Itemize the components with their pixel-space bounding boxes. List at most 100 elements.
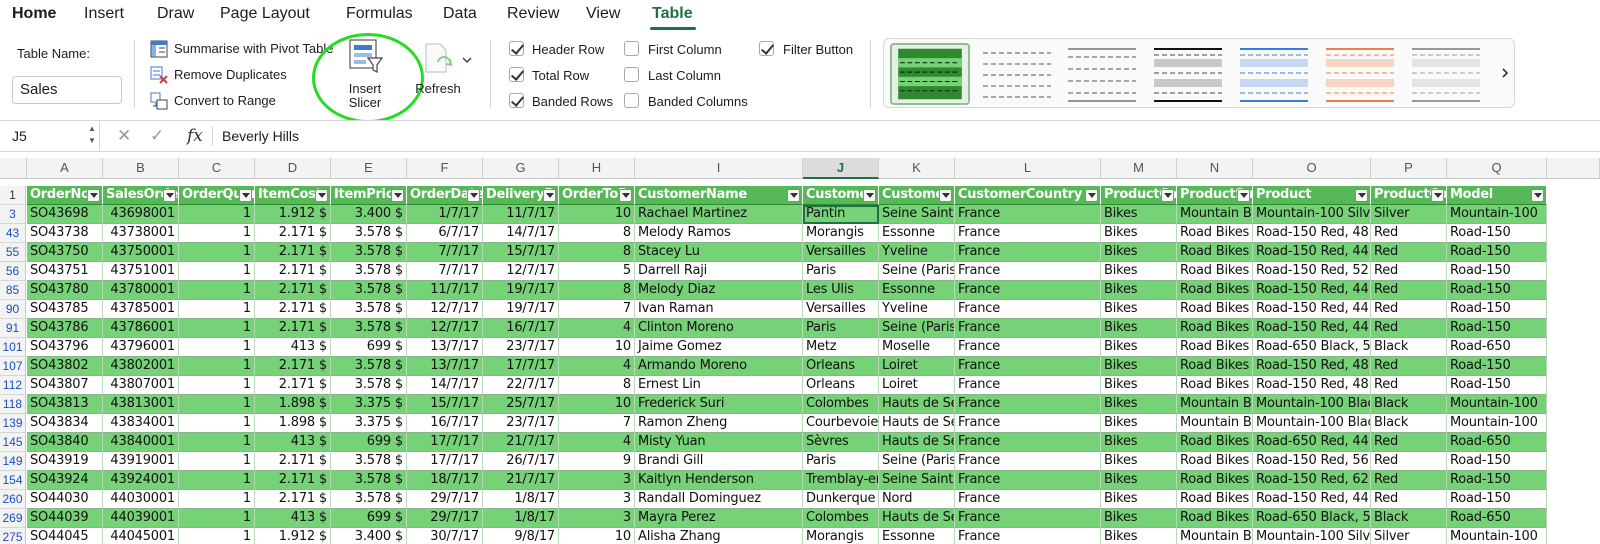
table-cell[interactable]: Bikes bbox=[1101, 452, 1177, 471]
table-cell[interactable]: SO43924 bbox=[27, 471, 103, 490]
table-cell[interactable]: 3.578 $ bbox=[331, 281, 407, 300]
table-cell[interactable]: Road Bikes bbox=[1177, 262, 1253, 281]
table-cell[interactable]: Yveline bbox=[879, 243, 955, 262]
table-cell[interactable]: France bbox=[955, 414, 1101, 433]
table-cell[interactable]: Road-150 bbox=[1447, 452, 1547, 471]
table-cell[interactable]: 699 $ bbox=[331, 338, 407, 357]
table-cell[interactable]: Red bbox=[1371, 471, 1447, 490]
table-cell[interactable]: 2.171 $ bbox=[255, 262, 331, 281]
table-cell[interactable]: SO43738 bbox=[27, 224, 103, 243]
table-cell[interactable]: 29/7/17 bbox=[407, 490, 483, 509]
table-cell[interactable]: 3 bbox=[559, 490, 635, 509]
table-cell[interactable]: 3.578 $ bbox=[331, 300, 407, 319]
table-cell[interactable]: 1.912 $ bbox=[255, 205, 331, 224]
table-cell[interactable]: Road-150 Red, 48 bbox=[1253, 357, 1371, 376]
table-cell[interactable]: 1 bbox=[179, 376, 255, 395]
table-cell[interactable]: Mountain-100 Silve bbox=[1253, 528, 1371, 544]
table-cell[interactable]: 8 bbox=[559, 281, 635, 300]
table-cell[interactable]: 3 bbox=[559, 509, 635, 528]
table-cell[interactable]: Bikes bbox=[1101, 357, 1177, 376]
table-cell[interactable]: 43802001 bbox=[103, 357, 179, 376]
table-cell[interactable]: Colombes bbox=[803, 395, 879, 414]
table-cell[interactable]: Mountain Bik bbox=[1177, 528, 1253, 544]
table-cell[interactable]: 3.375 $ bbox=[331, 395, 407, 414]
table-cell[interactable]: 1/7/17 bbox=[407, 205, 483, 224]
table-cell[interactable]: 23/7/17 bbox=[483, 338, 559, 357]
table-cell[interactable]: 11/7/17 bbox=[483, 205, 559, 224]
table-cell[interactable]: 10 bbox=[559, 395, 635, 414]
header-row-option[interactable]: Header Row bbox=[509, 41, 609, 59]
table-cell[interactable]: Seine Saint D bbox=[879, 471, 955, 490]
table-cell[interactable]: 1 bbox=[179, 433, 255, 452]
table-cell[interactable]: 1 bbox=[179, 357, 255, 376]
table-cell[interactable]: Courbevoie bbox=[803, 414, 879, 433]
column-header-l[interactable]: L bbox=[955, 158, 1101, 179]
table-cell[interactable]: Road Bikes bbox=[1177, 452, 1253, 471]
table-cell[interactable]: Ernest Lin bbox=[635, 376, 803, 395]
table-cell[interactable]: Seine (Paris) bbox=[879, 319, 955, 338]
filter-button-checkbox[interactable] bbox=[759, 41, 774, 56]
table-cell[interactable]: Essonne bbox=[879, 224, 955, 243]
row-header[interactable]: 56 bbox=[0, 262, 26, 281]
table-cell[interactable]: Black bbox=[1371, 395, 1447, 414]
column-header-k[interactable]: K bbox=[879, 158, 955, 179]
table-cell[interactable]: Ramon Zheng bbox=[635, 414, 803, 433]
convert-to-range-button[interactable]: Convert to Range bbox=[150, 92, 290, 112]
table-cell[interactable]: Road-650 Black, 52 bbox=[1253, 509, 1371, 528]
table-cell[interactable]: 12/7/17 bbox=[407, 300, 483, 319]
name-box[interactable]: J5 bbox=[0, 121, 100, 151]
row-header[interactable]: 154 bbox=[0, 471, 26, 490]
row-header[interactable]: 55 bbox=[0, 243, 26, 262]
table-cell[interactable]: 11/7/17 bbox=[407, 281, 483, 300]
filter-dropdown-icon[interactable] bbox=[1431, 189, 1444, 202]
insert-function-fx-icon[interactable]: fx bbox=[187, 121, 203, 151]
filter-dropdown-icon[interactable] bbox=[1531, 189, 1544, 202]
table-cell[interactable]: Road Bikes bbox=[1177, 338, 1253, 357]
table-cell[interactable]: Ivan Raman bbox=[635, 300, 803, 319]
table-style-blue[interactable] bbox=[1234, 43, 1314, 105]
table-cell[interactable]: Road-150 Red, 62 bbox=[1253, 471, 1371, 490]
table-cell[interactable]: Kaitlyn Henderson bbox=[635, 471, 803, 490]
column-header-n[interactable]: N bbox=[1177, 158, 1253, 179]
table-cell[interactable]: Red bbox=[1371, 357, 1447, 376]
column-header-p[interactable]: P bbox=[1371, 158, 1447, 179]
table-cell[interactable]: Red bbox=[1371, 376, 1447, 395]
table-cell[interactable]: 43840001 bbox=[103, 433, 179, 452]
table-cell[interactable]: Road-150 bbox=[1447, 490, 1547, 509]
table-cell[interactable]: SO43751 bbox=[27, 262, 103, 281]
table-cell[interactable]: France bbox=[955, 433, 1101, 452]
table-cell[interactable]: Randall Dominguez bbox=[635, 490, 803, 509]
filter-dropdown-icon[interactable] bbox=[543, 189, 556, 202]
table-cell[interactable]: 19/7/17 bbox=[483, 300, 559, 319]
table-cell[interactable]: Road-150 Red, 48 bbox=[1253, 224, 1371, 243]
table-cell[interactable]: France bbox=[955, 205, 1101, 224]
table-cell[interactable]: 10 bbox=[559, 205, 635, 224]
table-cell[interactable]: SO44045 bbox=[27, 528, 103, 544]
table-style-light-none[interactable] bbox=[977, 43, 1057, 105]
table-header-cell[interactable]: CustomerName bbox=[635, 186, 803, 205]
filter-dropdown-icon[interactable] bbox=[467, 189, 480, 202]
name-box-stepper-icon[interactable]: ▲ ▼ bbox=[88, 123, 96, 147]
row-header[interactable]: 145 bbox=[0, 433, 26, 452]
table-cell[interactable]: 1.898 $ bbox=[255, 395, 331, 414]
table-cell[interactable]: 43813001 bbox=[103, 395, 179, 414]
table-cell[interactable]: Road-150 Red, 48 bbox=[1253, 376, 1371, 395]
table-cell[interactable]: Loiret bbox=[879, 376, 955, 395]
table-cell[interactable]: 1 bbox=[179, 509, 255, 528]
table-cell[interactable]: 3.578 $ bbox=[331, 376, 407, 395]
table-cell[interactable]: Road-150 bbox=[1447, 262, 1547, 281]
table-cell[interactable]: Road Bikes bbox=[1177, 243, 1253, 262]
table-cell[interactable]: 43750001 bbox=[103, 243, 179, 262]
table-cell[interactable]: Mountain-100 bbox=[1447, 414, 1547, 433]
table-cell[interactable]: Brandi Gill bbox=[635, 452, 803, 471]
banded-columns-option[interactable]: Banded Columns bbox=[624, 93, 748, 111]
table-cell[interactable]: 1 bbox=[179, 281, 255, 300]
table-cell[interactable]: Mountain Bik bbox=[1177, 395, 1253, 414]
table-cell[interactable]: Road Bikes bbox=[1177, 433, 1253, 452]
table-cell[interactable]: 43786001 bbox=[103, 319, 179, 338]
header-row-checkbox[interactable] bbox=[509, 41, 524, 56]
table-cell[interactable]: 44045001 bbox=[103, 528, 179, 544]
table-cell[interactable]: Les Ulis bbox=[803, 281, 879, 300]
table-cell[interactable]: Versailles bbox=[803, 243, 879, 262]
table-cell[interactable]: Loiret bbox=[879, 357, 955, 376]
